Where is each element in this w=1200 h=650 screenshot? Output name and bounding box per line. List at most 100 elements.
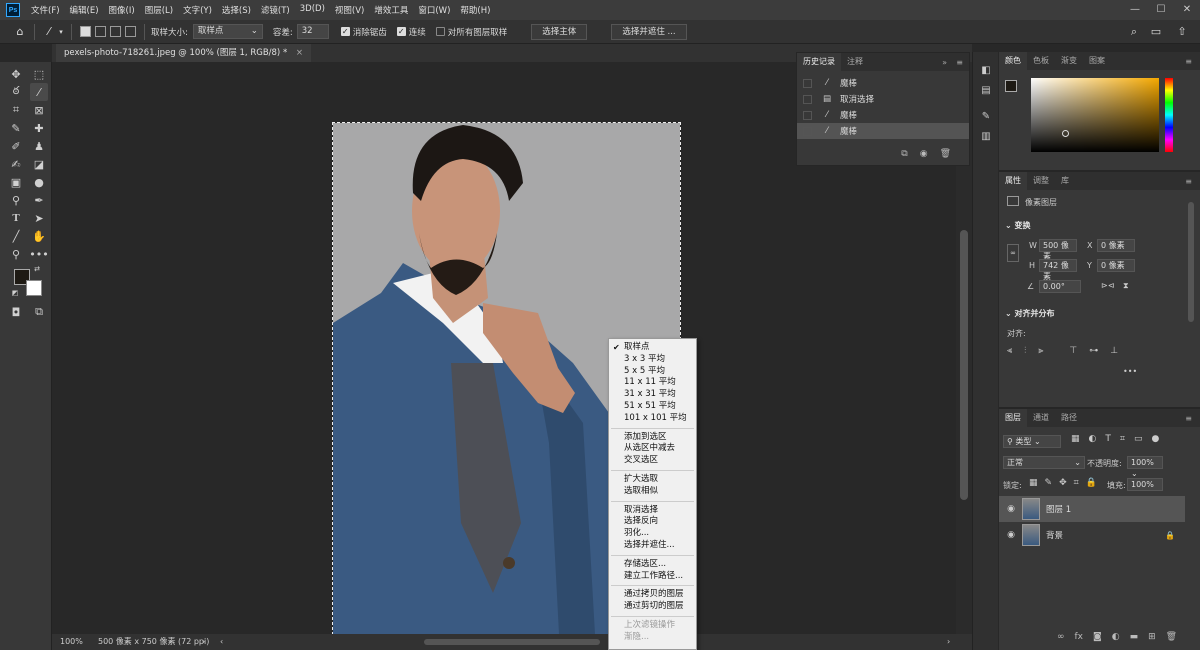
tab-paths[interactable]: 路径	[1055, 409, 1083, 427]
align-middle-v-icon[interactable]: ⊶	[1089, 346, 1098, 356]
tab-layers[interactable]: 图层	[999, 409, 1027, 427]
context-menu-item[interactable]: 通过剪切的图层	[609, 601, 696, 613]
sample-all-layers-checkbox[interactable]: 对所有图层取样	[435, 26, 507, 38]
magic-wand-tool-icon[interactable]: ⁄	[30, 83, 48, 101]
tab-channels[interactable]: 通道	[1027, 409, 1055, 427]
context-menu-item[interactable]: 5 x 5 平均	[609, 366, 696, 378]
quick-mask-icon[interactable]: ◘	[7, 303, 25, 321]
close-button[interactable]: ✕	[1174, 0, 1200, 20]
menu-item[interactable]: 图层(L)	[140, 4, 178, 16]
hand-tool-icon[interactable]: ✋	[30, 227, 48, 245]
delete-layer-icon[interactable]: 🗑	[1166, 632, 1177, 642]
new-layer-icon[interactable]: ⊞	[1148, 632, 1156, 642]
lock-artboard-icon[interactable]: ⌗	[1074, 478, 1079, 488]
panel-menu-icon[interactable]: ≡	[956, 58, 963, 67]
opacity-input[interactable]: 100% ⌄	[1127, 456, 1163, 478]
menu-item[interactable]: 编辑(E)	[65, 4, 104, 16]
marquee-tool-icon[interactable]: ⬚	[30, 65, 48, 83]
context-menu-item[interactable]: 从选区中减去	[609, 443, 696, 455]
menu-item[interactable]: 帮助(H)	[455, 4, 495, 16]
history-state[interactable]: ⁄ 魔棒	[797, 75, 969, 91]
visibility-eye-icon[interactable]: ◉	[1004, 530, 1018, 540]
more-tools-icon[interactable]: •••	[29, 245, 48, 263]
width-input[interactable]: 500 像素	[1039, 239, 1077, 261]
antialias-checkbox[interactable]: ✓ 消除锯齿	[340, 26, 387, 38]
filter-adjustment-icon[interactable]: ◐	[1089, 434, 1097, 444]
libraries-icon[interactable]: ▥	[978, 128, 994, 144]
menu-item[interactable]: 窗口(W)	[413, 4, 455, 16]
history-brush-tool-icon[interactable]: ✍	[7, 155, 25, 173]
context-menu-item[interactable]: 存储选区...	[609, 559, 696, 571]
context-menu-item[interactable]: 选择并遮住...	[609, 540, 696, 552]
scroll-right-icon[interactable]: ›	[947, 634, 950, 650]
add-mask-icon[interactable]: ◙	[1093, 632, 1102, 642]
align-distribute-title[interactable]: ⌄ 对齐并分布	[1005, 308, 1055, 319]
color-picker-cursor[interactable]	[1062, 130, 1069, 137]
brush-tool-icon[interactable]: ✐	[7, 137, 25, 155]
snapshot-source-checkbox[interactable]	[803, 94, 812, 104]
tolerance-input[interactable]: 32	[296, 24, 329, 39]
filter-smart-object-icon[interactable]: ▭	[1134, 434, 1143, 444]
context-menu-item[interactable]: 101 x 101 平均	[609, 413, 696, 425]
context-menu-item[interactable]: ✔ 取样点	[609, 342, 696, 354]
flip-vertical-icon[interactable]: ⧗	[1123, 281, 1129, 291]
layer-filter-select[interactable]: ⚲ 类型 ⌄	[1003, 435, 1061, 448]
snapshot-source-checkbox[interactable]	[803, 78, 812, 88]
align-center-h-icon[interactable]: ⫶	[1024, 346, 1026, 356]
new-adjustment-layer-icon[interactable]: ◐	[1112, 632, 1120, 642]
foreground-color-chip[interactable]	[1005, 80, 1017, 92]
workspace-icon[interactable]: ▭	[1148, 24, 1164, 40]
gradient-tool-icon[interactable]: ▣	[7, 173, 25, 191]
tab-adjustments[interactable]: 调整	[1027, 172, 1055, 190]
eraser-tool-icon[interactable]: ◪	[30, 155, 48, 173]
swap-colors-icon[interactable]: ⇄	[32, 264, 42, 274]
blend-mode-select[interactable]: 正常 ⌄	[1003, 456, 1085, 469]
brush-settings-icon[interactable]: ✎	[978, 108, 994, 124]
collapse-panel-icon[interactable]: »	[942, 58, 947, 67]
context-menu-item[interactable]: 选取相似	[609, 486, 696, 498]
context-menu-item[interactable]: 建立工作路径...	[609, 571, 696, 583]
select-and-mask-button[interactable]: 选择并遮住 ...	[611, 23, 687, 40]
status-menu-arrow-icon[interactable]: ›	[202, 634, 205, 650]
context-menu-item[interactable]: 添加到选区	[609, 432, 696, 444]
line-tool-icon[interactable]: ╱	[7, 227, 25, 245]
lock-all-icon[interactable]: 🔒	[1086, 478, 1097, 488]
history-state[interactable]: ⁄ 魔棒	[797, 123, 969, 139]
more-options-icon[interactable]: •••	[1123, 367, 1137, 376]
visibility-eye-icon[interactable]: ◉	[1004, 504, 1018, 514]
y-input[interactable]: 0 像素	[1097, 259, 1135, 272]
type-tool-icon[interactable]: T	[7, 209, 25, 227]
panel-scrollbar-thumb[interactable]	[1188, 202, 1194, 322]
menu-item[interactable]: 滤镜(T)	[256, 4, 295, 16]
sample-size-select[interactable]: 取样点 ⌄	[192, 24, 263, 39]
tab-properties[interactable]: 属性	[999, 172, 1027, 190]
context-menu-item[interactable]: 取消选择	[609, 505, 696, 517]
layer-row[interactable]: ◉ 图层 1	[999, 496, 1185, 522]
zoom-level[interactable]: 100%	[60, 634, 83, 650]
pen-tool-icon[interactable]: ✒	[30, 191, 48, 209]
subtract-selection-mode-icon[interactable]	[110, 26, 121, 37]
clone-stamp-tool-icon[interactable]: ♟	[30, 137, 48, 155]
context-menu-item[interactable]: 扩大选取	[609, 474, 696, 486]
eyedropper-tool-icon[interactable]: ✎	[7, 119, 25, 137]
history-state[interactable]: ▤ 取消选择	[797, 91, 969, 107]
share-icon[interactable]: ⇧	[1174, 24, 1190, 40]
panel-menu-icon[interactable]: ≡	[1185, 177, 1192, 186]
minimize-button[interactable]: —	[1122, 0, 1148, 20]
menu-item[interactable]: 视图(V)	[330, 4, 369, 16]
layer-name[interactable]: 背景	[1046, 529, 1063, 541]
lock-image-icon[interactable]: ✎	[1045, 478, 1053, 488]
tab-notes[interactable]: 注释	[841, 53, 869, 71]
tab-libraries[interactable]: 库	[1055, 172, 1075, 190]
frame-tool-icon[interactable]: ⊠	[30, 101, 48, 119]
document-tab[interactable]: pexels-photo-718261.jpeg @ 100% (图层 1, R…	[56, 44, 312, 62]
new-selection-mode-icon[interactable]	[80, 26, 91, 37]
scroll-left-icon[interactable]: ‹	[220, 634, 223, 650]
background-color-swatch[interactable]	[26, 280, 42, 296]
maximize-button[interactable]: ☐	[1148, 0, 1174, 20]
transform-title[interactable]: ⌄ 变换	[1005, 220, 1031, 231]
panel-menu-icon[interactable]: ≡	[1185, 57, 1192, 66]
crop-tool-icon[interactable]: ⌗	[7, 101, 25, 119]
snapshot-source-checkbox[interactable]	[803, 126, 812, 136]
tab-gradients[interactable]: 渐变	[1055, 52, 1083, 70]
